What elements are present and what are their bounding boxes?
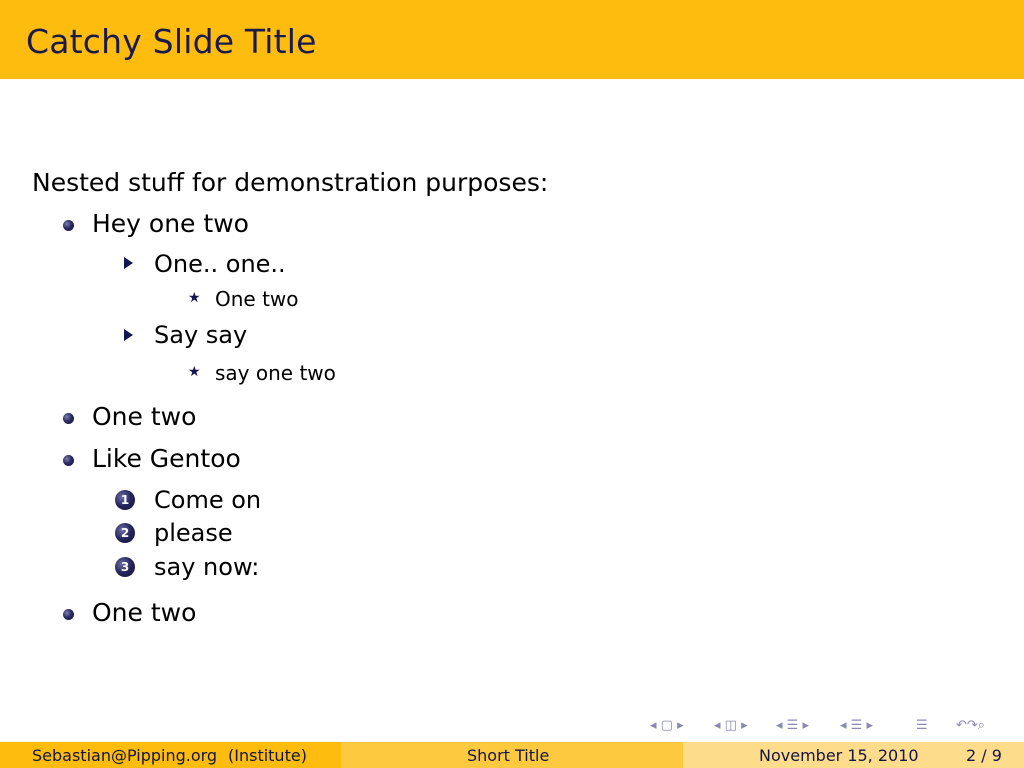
nav-doc-icon[interactable]: ☰	[916, 718, 928, 733]
triangle-bullet-icon	[124, 257, 133, 269]
footer-institute: (Institute)	[228, 746, 307, 765]
footer-page-number: 2 / 9	[966, 746, 1002, 765]
footer-author: Sebastian@Pipping.org	[32, 746, 218, 765]
list-item: One.. one..	[154, 250, 286, 278]
nav-frame-icon[interactable]: ◂ ◫ ▸	[714, 718, 748, 733]
footer-date: November 15, 2010	[759, 746, 919, 765]
star-bullet-icon: ★	[188, 290, 201, 306]
list-item: Hey one two	[92, 209, 249, 238]
footer-title-section: Short Title	[341, 742, 683, 768]
list-item: please	[154, 519, 233, 547]
slide-body: Nested stuff for demonstration purposes:…	[0, 0, 1024, 768]
ball-bullet-icon	[63, 413, 74, 424]
triangle-bullet-icon	[124, 329, 133, 341]
number-bullet-icon: 3	[115, 557, 135, 577]
list-item: One two	[92, 598, 197, 627]
list-item: Say say	[154, 321, 248, 349]
ball-bullet-icon	[63, 609, 74, 620]
number-bullet-icon: 1	[115, 490, 135, 510]
footer-author-section: Sebastian@Pipping.org (Institute)	[0, 742, 341, 768]
nav-bar: ◂ ▢ ▸ ◂ ◫ ▸ ◂ ☰ ▸ ◂ ☰ ▸ ☰ ↶↷⌕	[650, 718, 1020, 738]
list-item: say one two	[215, 361, 336, 385]
number-bullet-icon: 2	[115, 523, 135, 543]
slide-footer: Sebastian@Pipping.org (Institute) Short …	[0, 742, 1024, 768]
nav-section-icon[interactable]: ◂ ☰ ▸	[840, 718, 873, 733]
list-item: Come on	[154, 486, 262, 514]
intro-text: Nested stuff for demonstration purposes:	[32, 168, 549, 197]
star-bullet-icon: ★	[188, 364, 201, 380]
list-item: Like Gentoo	[92, 444, 241, 473]
list-item: One two	[215, 287, 299, 311]
list-item: One two	[92, 402, 197, 431]
nav-slide-icon[interactable]: ◂ ▢ ▸	[650, 718, 684, 733]
footer-date-section: November 15, 2010 2 / 9	[683, 742, 1024, 768]
list-item: say now:	[154, 553, 260, 581]
footer-short-title: Short Title	[467, 746, 550, 765]
ball-bullet-icon	[63, 220, 74, 231]
nav-subsection-icon[interactable]: ◂ ☰ ▸	[776, 718, 809, 733]
ball-bullet-icon	[63, 455, 74, 466]
nav-search-icon[interactable]: ↶↷⌕	[956, 718, 985, 733]
